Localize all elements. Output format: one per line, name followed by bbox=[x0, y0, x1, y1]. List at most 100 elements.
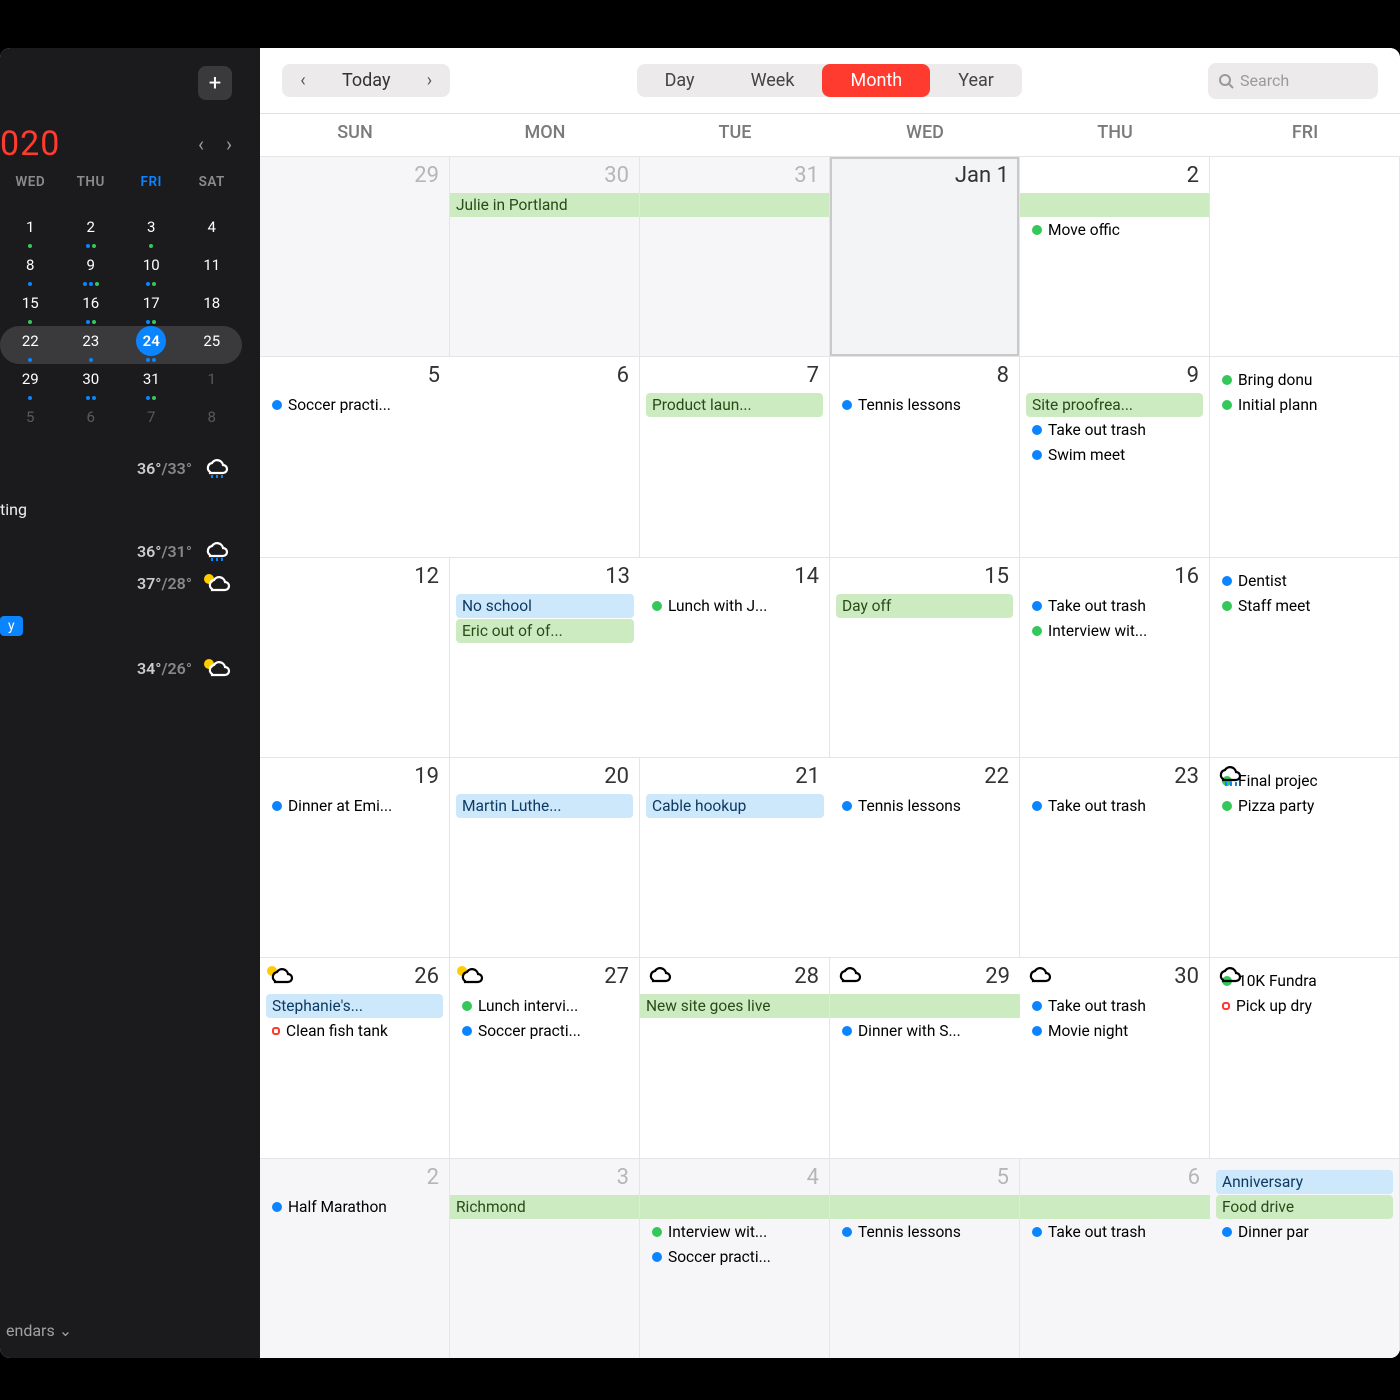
day-cell[interactable]: 6Take out trash bbox=[1020, 1158, 1210, 1358]
day-cell[interactable]: Jan 1 bbox=[830, 156, 1020, 356]
event[interactable]: Take out trash bbox=[1026, 794, 1203, 818]
mini-day[interactable]: 22 bbox=[0, 326, 61, 364]
event[interactable]: Soccer practi... bbox=[266, 393, 444, 417]
day-cell[interactable]: 14Lunch with J... bbox=[640, 557, 830, 757]
day-cell[interactable]: 7Product laun... bbox=[640, 356, 830, 556]
event[interactable]: Martin Luthe... bbox=[456, 794, 633, 818]
day-cell[interactable]: 29 bbox=[260, 156, 450, 356]
event[interactable] bbox=[1020, 1195, 1210, 1219]
event[interactable] bbox=[830, 994, 1020, 1018]
day-cell[interactable]: 31 bbox=[640, 156, 830, 356]
event[interactable]: Swim meet bbox=[1026, 443, 1203, 467]
event[interactable]: Richmond bbox=[450, 1195, 639, 1219]
day-cell[interactable]: 20Martin Luthe... bbox=[450, 757, 640, 957]
add-event-button[interactable]: + bbox=[198, 66, 232, 100]
event[interactable] bbox=[640, 193, 829, 217]
mini-day[interactable]: 1 bbox=[0, 212, 61, 250]
event[interactable]: Tennis lessons bbox=[836, 1220, 1013, 1244]
day-cell[interactable]: 9Site proofrea...Take out trashSwim meet bbox=[1020, 356, 1210, 556]
day-cell[interactable]: 5Soccer practi... bbox=[260, 356, 450, 556]
day-cell[interactable]: Final projecPizza party bbox=[1210, 757, 1400, 957]
event[interactable]: Movie night bbox=[1026, 1019, 1203, 1043]
event[interactable]: Dinner par bbox=[1216, 1220, 1393, 1244]
event[interactable]: Clean fish tank bbox=[266, 1019, 443, 1043]
calendars-toggle[interactable]: endars ⌄ bbox=[6, 1321, 72, 1340]
view-day[interactable]: Day bbox=[637, 64, 723, 97]
mini-day[interactable]: 29 bbox=[0, 364, 61, 402]
sidebar-tag[interactable]: y bbox=[0, 616, 23, 636]
today-button[interactable]: Today bbox=[324, 64, 408, 97]
prev-button[interactable]: ‹ bbox=[282, 64, 324, 97]
mini-day[interactable]: 4 bbox=[182, 212, 243, 250]
event[interactable]: Interview wit... bbox=[646, 1220, 823, 1244]
event[interactable] bbox=[640, 1195, 829, 1219]
mini-day[interactable]: 16 bbox=[61, 288, 122, 326]
event[interactable]: Take out trash bbox=[1026, 1220, 1204, 1244]
event[interactable]: Eric out of of... bbox=[456, 619, 634, 643]
mini-day[interactable]: 15 bbox=[0, 288, 61, 326]
event[interactable]: Initial plann bbox=[1216, 393, 1393, 417]
day-cell[interactable]: 13No schoolEric out of of... bbox=[450, 557, 640, 757]
day-cell[interactable]: DentistStaff meet bbox=[1210, 557, 1400, 757]
event[interactable]: Pizza party bbox=[1216, 794, 1393, 818]
mini-day[interactable]: 17 bbox=[121, 288, 182, 326]
mini-day[interactable]: 10 bbox=[121, 250, 182, 288]
event[interactable]: Lunch intervi... bbox=[456, 994, 633, 1018]
day-cell[interactable]: 8Tennis lessons bbox=[830, 356, 1020, 556]
event[interactable]: Dentist bbox=[1216, 569, 1393, 593]
event[interactable]: Pick up dry bbox=[1216, 994, 1393, 1018]
view-year[interactable]: Year bbox=[930, 64, 1022, 97]
event[interactable] bbox=[1020, 193, 1209, 217]
day-cell[interactable]: 5Tennis lessons bbox=[830, 1158, 1020, 1358]
day-cell[interactable]: 30Julie in Portland bbox=[450, 156, 640, 356]
event[interactable]: Anniversary bbox=[1216, 1170, 1393, 1194]
mini-day[interactable]: 11 bbox=[182, 250, 243, 288]
event[interactable]: Soccer practi... bbox=[646, 1245, 823, 1269]
event[interactable] bbox=[830, 1195, 1019, 1219]
event[interactable]: Product laun... bbox=[646, 393, 823, 417]
day-cell[interactable]: 28New site goes live bbox=[640, 957, 830, 1157]
mini-day[interactable]: 3 bbox=[121, 212, 182, 250]
day-cell[interactable]: 21Cable hookup bbox=[640, 757, 830, 957]
day-cell[interactable]: 6 bbox=[450, 356, 640, 556]
mini-day[interactable]: 31 bbox=[121, 364, 182, 402]
day-cell[interactable]: 15Day off bbox=[830, 557, 1020, 757]
day-cell[interactable]: 2Move offic bbox=[1020, 156, 1210, 356]
mini-day[interactable]: 5 bbox=[0, 402, 61, 440]
event[interactable]: Cable hookup bbox=[646, 794, 824, 818]
event[interactable]: Julie in Portland bbox=[450, 193, 639, 217]
event[interactable]: Tennis lessons bbox=[836, 794, 1013, 818]
day-cell[interactable]: 10K FundraPick up dry bbox=[1210, 957, 1400, 1157]
event[interactable]: Move offic bbox=[1026, 218, 1203, 242]
mini-day[interactable]: 8 bbox=[0, 250, 61, 288]
mini-day[interactable]: 24 bbox=[121, 326, 182, 364]
day-cell[interactable]: 4Interview wit...Soccer practi... bbox=[640, 1158, 830, 1358]
month-grid[interactable]: 2930Julie in Portland31Jan 12Move offic 5… bbox=[260, 156, 1400, 1358]
event[interactable]: Soccer practi... bbox=[456, 1019, 633, 1043]
day-cell[interactable]: 22Tennis lessons bbox=[830, 757, 1020, 957]
day-cell[interactable]: 23Take out trash bbox=[1020, 757, 1210, 957]
day-cell[interactable]: 27Lunch intervi...Soccer practi... bbox=[450, 957, 640, 1157]
day-cell[interactable]: 30Take out trashMovie night bbox=[1020, 957, 1210, 1157]
day-cell[interactable]: 16Take out trashInterview wit... bbox=[1020, 557, 1210, 757]
event[interactable]: Take out trash bbox=[1026, 594, 1203, 618]
mini-prev-month[interactable]: ‹ bbox=[198, 132, 204, 156]
day-cell[interactable] bbox=[1210, 156, 1400, 356]
mini-day[interactable]: 30 bbox=[61, 364, 122, 402]
event[interactable]: Lunch with J... bbox=[646, 594, 823, 618]
day-cell[interactable]: AnniversaryFood driveDinner par bbox=[1210, 1158, 1400, 1358]
event[interactable]: Interview wit... bbox=[1026, 619, 1203, 643]
event[interactable]: New site goes live bbox=[640, 994, 829, 1018]
event[interactable]: No school bbox=[456, 594, 634, 618]
day-cell[interactable]: 2Half Marathon bbox=[260, 1158, 450, 1358]
event[interactable]: Dinner with S... bbox=[836, 1019, 1014, 1043]
search-input[interactable]: Search bbox=[1208, 63, 1378, 99]
day-cell[interactable]: Bring donuInitial plann bbox=[1210, 356, 1400, 556]
mini-day[interactable]: 7 bbox=[121, 402, 182, 440]
mini-day[interactable]: 18 bbox=[182, 288, 243, 326]
mini-day[interactable]: 6 bbox=[61, 402, 122, 440]
event[interactable]: Site proofrea... bbox=[1026, 393, 1203, 417]
event[interactable]: Staff meet bbox=[1216, 594, 1393, 618]
event[interactable]: Bring donu bbox=[1216, 368, 1393, 392]
mini-day[interactable]: 9 bbox=[61, 250, 122, 288]
